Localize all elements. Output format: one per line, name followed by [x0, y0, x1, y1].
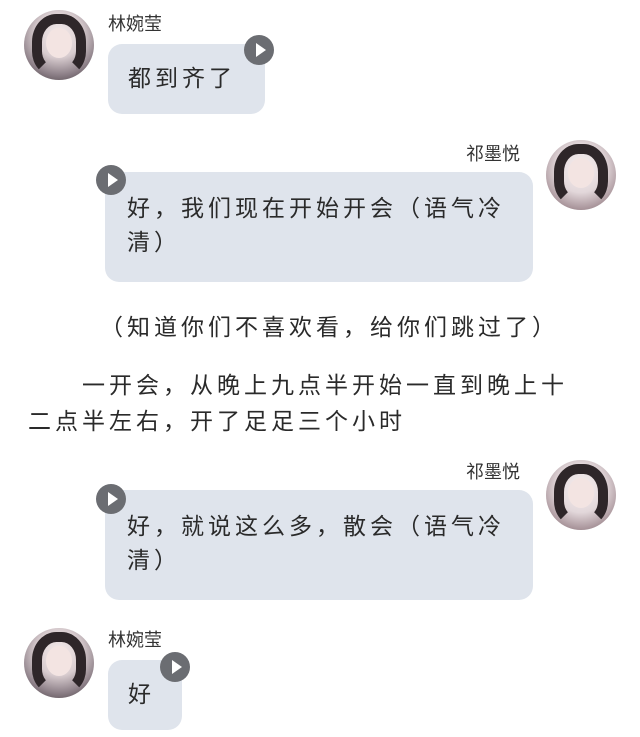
message-bubble[interactable]: 好，就说这么多，散会（语气冷清） [105, 490, 533, 600]
avatar-lin-wanying[interactable] [24, 628, 94, 698]
avatar-qi-moyue[interactable] [546, 460, 616, 530]
play-voice-icon[interactable] [244, 35, 274, 65]
sender-name: 祁墨悦 [466, 144, 520, 165]
sender-name: 林婉莹 [108, 14, 162, 35]
message-text: 好 [128, 682, 155, 708]
play-voice-icon[interactable] [96, 484, 126, 514]
play-voice-icon[interactable] [96, 165, 126, 195]
avatar-face [568, 478, 594, 508]
avatar-qi-moyue[interactable] [546, 140, 616, 210]
message-bubble[interactable]: 都到齐了 [108, 44, 265, 114]
message-text: 好，就说这么多，散会（语气冷清） [127, 514, 505, 574]
message-text: 好，我们现在开始开会（语气冷清） [127, 196, 505, 256]
sender-name: 林婉莹 [108, 630, 162, 651]
avatar-face [46, 28, 72, 58]
narration-line: （知道你们不喜欢看，给你们跳过了） [100, 315, 559, 341]
narration-line: 一开会，从晚上九点半开始一直到晚上十 [28, 373, 568, 399]
avatar-face [46, 646, 72, 676]
avatar-face [568, 158, 594, 188]
play-voice-icon[interactable] [160, 652, 190, 682]
message-text: 都到齐了 [128, 66, 236, 92]
avatar-lin-wanying[interactable] [24, 10, 94, 80]
sender-name: 祁墨悦 [466, 462, 520, 483]
message-bubble[interactable]: 好，我们现在开始开会（语气冷清） [105, 172, 533, 282]
narration-line: 二点半左右，开了足足三个小时 [28, 409, 406, 435]
